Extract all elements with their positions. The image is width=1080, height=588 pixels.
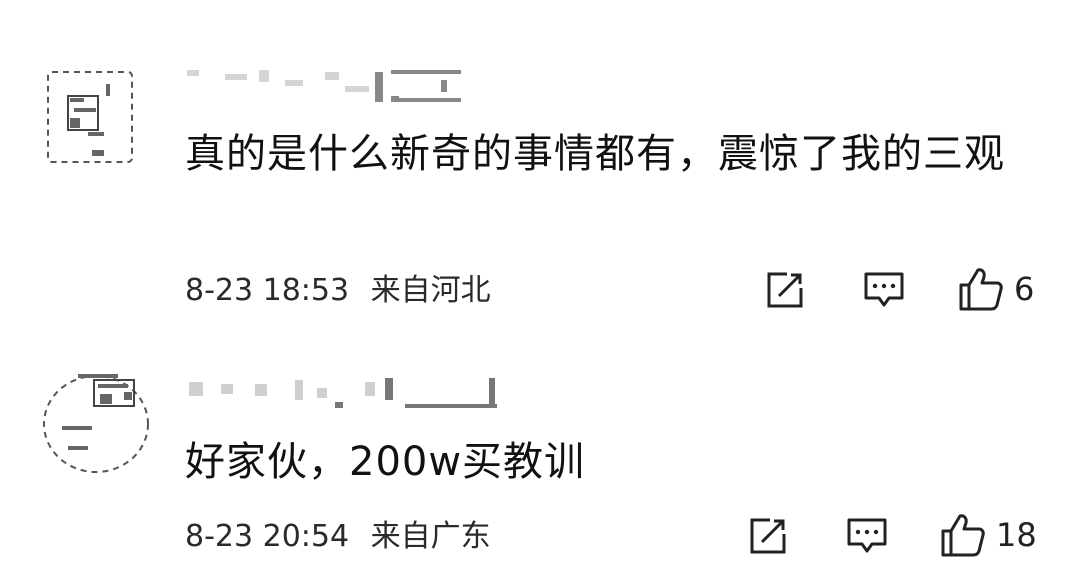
repost-button[interactable] bbox=[765, 270, 805, 310]
like-button[interactable]: 18 bbox=[940, 512, 1037, 558]
thumbs-up-icon bbox=[941, 514, 985, 557]
username-redacted[interactable] bbox=[185, 372, 500, 412]
avatar[interactable] bbox=[42, 58, 138, 170]
comment-date: 8-23 18:53 bbox=[185, 273, 350, 308]
avatar-icon bbox=[43, 374, 149, 473]
comment-button[interactable] bbox=[863, 270, 905, 310]
thumbs-up-icon bbox=[959, 268, 1003, 311]
avatar-icon bbox=[47, 71, 133, 163]
comment-location: 来自广东 bbox=[370, 519, 491, 554]
edit-icon bbox=[767, 272, 803, 308]
comment-text: 真的是什么新奇的事情都有，震惊了我的三观 bbox=[185, 131, 1005, 177]
repost-button[interactable] bbox=[748, 516, 788, 556]
like-button[interactable]: 6 bbox=[958, 266, 1034, 312]
like-count: 18 bbox=[996, 516, 1037, 554]
comment-meta: 8-23 18:53 来自河北 bbox=[185, 271, 491, 311]
comment-button[interactable] bbox=[846, 516, 888, 556]
comment-text: 好家伙，200w买教训 bbox=[185, 439, 586, 485]
edit-icon bbox=[750, 518, 786, 554]
comment-item: 真的是什么新奇的事情都有，震惊了我的三观 8-23 18:53 来自河北 6 bbox=[0, 0, 1080, 340]
comment-location: 来自河北 bbox=[370, 273, 491, 308]
like-count: 6 bbox=[1014, 270, 1035, 308]
comment-item: 好家伙，200w买教训 8-23 20:54 来自广东 18 bbox=[0, 340, 1080, 588]
comment-date: 8-23 20:54 bbox=[185, 519, 350, 554]
comment-meta: 8-23 20:54 来自广东 bbox=[185, 517, 491, 557]
comment-icon bbox=[847, 518, 887, 553]
avatar[interactable] bbox=[38, 366, 154, 478]
comment-icon bbox=[864, 272, 904, 307]
username-redacted[interactable] bbox=[185, 66, 465, 106]
